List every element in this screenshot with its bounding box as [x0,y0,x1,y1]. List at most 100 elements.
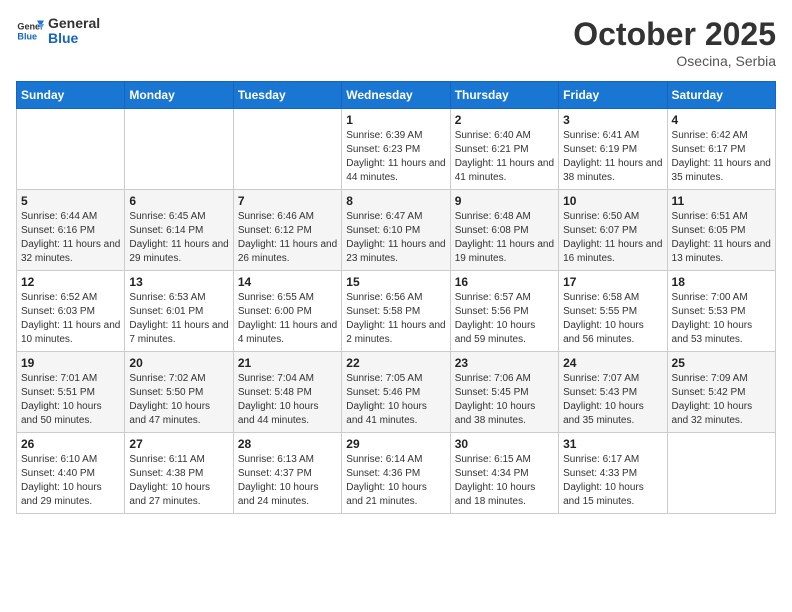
sunset-text: Sunset: 4:34 PM [455,467,554,481]
daylight-text: Daylight: 11 hours and 38 minutes. [563,157,662,185]
day-number: 9 [455,194,554,208]
calendar-cell: 27Sunrise: 6:11 AMSunset: 4:38 PMDayligh… [125,433,233,514]
location: Osecina, Serbia [573,53,776,69]
day-info: Sunrise: 6:57 AMSunset: 5:56 PMDaylight:… [455,291,554,347]
sunrise-text: Sunrise: 7:06 AM [455,372,554,386]
daylight-text: Daylight: 10 hours and 44 minutes. [238,400,337,428]
sunset-text: Sunset: 4:36 PM [346,467,445,481]
day-number: 24 [563,356,662,370]
logo-blue-text: Blue [48,31,100,46]
day-info: Sunrise: 6:42 AMSunset: 6:17 PMDaylight:… [672,129,771,185]
sunset-text: Sunset: 5:43 PM [563,386,662,400]
day-number: 16 [455,275,554,289]
daylight-text: Daylight: 11 hours and 19 minutes. [455,238,554,266]
sunrise-text: Sunrise: 7:05 AM [346,372,445,386]
daylight-text: Daylight: 10 hours and 18 minutes. [455,481,554,509]
day-info: Sunrise: 6:13 AMSunset: 4:37 PMDaylight:… [238,453,337,509]
calendar-cell: 6Sunrise: 6:45 AMSunset: 6:14 PMDaylight… [125,190,233,271]
day-number: 23 [455,356,554,370]
day-info: Sunrise: 6:50 AMSunset: 6:07 PMDaylight:… [563,210,662,266]
calendar-cell: 19 Sunrise: 7:01 AMSunset: 5:51 PMDayligh… [17,352,125,433]
day-number: 3 [563,113,662,127]
day-info: Sunrise: 6:11 AMSunset: 4:38 PMDaylight:… [129,453,228,509]
daylight-text: Daylight: 11 hours and 16 minutes. [563,238,662,266]
svg-text:Blue: Blue [17,32,37,42]
calendar-cell: 31Sunrise: 6:17 AMSunset: 4:33 PMDayligh… [559,433,667,514]
daylight-text: Daylight: 10 hours and 56 minutes. [563,319,662,347]
day-number: 10 [563,194,662,208]
sunset-text: Sunset: 5:48 PM [238,386,337,400]
day-number: 25 [672,356,771,370]
calendar-cell: 30Sunrise: 6:15 AMSunset: 4:34 PMDayligh… [450,433,558,514]
day-info: Sunrise: 7:02 AMSunset: 5:50 PMDaylight:… [129,372,228,428]
day-info: Sunrise: 6:41 AMSunset: 6:19 PMDaylight:… [563,129,662,185]
calendar-cell: 5Sunrise: 6:44 AMSunset: 6:16 PMDaylight… [17,190,125,271]
daylight-text: Daylight: 11 hours and 29 minutes. [129,238,228,266]
calendar-week-2: 5Sunrise: 6:44 AMSunset: 6:16 PMDaylight… [17,190,776,271]
calendar-week-3: 12Sunrise: 6:52 AMSunset: 6:03 PMDayligh… [17,271,776,352]
calendar-cell: 13Sunrise: 6:53 AMSunset: 6:01 PMDayligh… [125,271,233,352]
day-info: Sunrise: 6:46 AMSunset: 6:12 PMDaylight:… [238,210,337,266]
daylight-text: Daylight: 11 hours and 44 minutes. [346,157,445,185]
sunset-text: Sunset: 6:19 PM [563,143,662,157]
daylight-text: Daylight: 11 hours and 13 minutes. [672,238,771,266]
daylight-text: Daylight: 10 hours and 24 minutes. [238,481,337,509]
sunrise-text: Sunrise: 6:15 AM [455,453,554,467]
sunset-text: Sunset: 6:12 PM [238,224,337,238]
day-number: 8 [346,194,445,208]
daylight-text: Daylight: 10 hours and 47 minutes. [129,400,228,428]
daylight-text: Daylight: 10 hours and 21 minutes. [346,481,445,509]
day-info: Sunrise: 6:48 AMSunset: 6:08 PMDaylight:… [455,210,554,266]
sunset-text: Sunset: 4:38 PM [129,467,228,481]
calendar-cell: 23 Sunrise: 7:06 AMSunset: 5:45 PMDayligh… [450,352,558,433]
day-info: Sunrise: 7:05 AMSunset: 5:46 PMDaylight:… [346,372,445,428]
sunrise-text: Sunrise: 7:09 AM [672,372,771,386]
sunset-text: Sunset: 5:50 PM [129,386,228,400]
sunrise-text: Sunrise: 6:41 AM [563,129,662,143]
sunset-text: Sunset: 4:37 PM [238,467,337,481]
day-number: 19 [21,356,120,370]
daylight-text: Daylight: 10 hours and 27 minutes. [129,481,228,509]
calendar-cell: 3 Sunrise: 6:41 AMSunset: 6:19 PMDaylight… [559,109,667,190]
sunset-text: Sunset: 5:58 PM [346,305,445,319]
day-info: Sunrise: 7:06 AMSunset: 5:45 PMDaylight:… [455,372,554,428]
calendar-cell: 11Sunrise: 6:51 AMSunset: 6:05 PMDayligh… [667,190,775,271]
sunrise-text: Sunrise: 6:40 AM [455,129,554,143]
calendar-cell: 20 Sunrise: 7:02 AMSunset: 5:50 PMDayligh… [125,352,233,433]
day-info: Sunrise: 7:01 AMSunset: 5:51 PMDaylight:… [21,372,120,428]
daylight-text: Daylight: 11 hours and 10 minutes. [21,319,120,347]
sunrise-text: Sunrise: 7:07 AM [563,372,662,386]
calendar-cell: 17Sunrise: 6:58 AMSunset: 5:55 PMDayligh… [559,271,667,352]
day-number: 28 [238,437,337,451]
day-number: 31 [563,437,662,451]
calendar-week-4: 19 Sunrise: 7:01 AMSunset: 5:51 PMDayligh… [17,352,776,433]
day-number: 20 [129,356,228,370]
sunrise-text: Sunrise: 7:04 AM [238,372,337,386]
daylight-text: Daylight: 10 hours and 35 minutes. [563,400,662,428]
sunrise-text: Sunrise: 6:56 AM [346,291,445,305]
day-number: 4 [672,113,771,127]
daylight-text: Daylight: 11 hours and 41 minutes. [455,157,554,185]
day-number: 12 [21,275,120,289]
calendar-cell [667,433,775,514]
day-number: 1 [346,113,445,127]
daylight-text: Daylight: 11 hours and 23 minutes. [346,238,445,266]
sunset-text: Sunset: 6:14 PM [129,224,228,238]
sunset-text: Sunset: 6:08 PM [455,224,554,238]
day-number: 15 [346,275,445,289]
weekday-header-sunday: Sunday [17,82,125,109]
sunrise-text: Sunrise: 6:42 AM [672,129,771,143]
calendar-cell [17,109,125,190]
daylight-text: Daylight: 10 hours and 41 minutes. [346,400,445,428]
daylight-text: Daylight: 11 hours and 32 minutes. [21,238,120,266]
weekday-header-monday: Monday [125,82,233,109]
sunrise-text: Sunrise: 6:53 AM [129,291,228,305]
calendar-header-row: SundayMondayTuesdayWednesdayThursdayFrid… [17,82,776,109]
day-info: Sunrise: 6:58 AMSunset: 5:55 PMDaylight:… [563,291,662,347]
daylight-text: Daylight: 10 hours and 15 minutes. [563,481,662,509]
calendar-cell: 26Sunrise: 6:10 AMSunset: 4:40 PMDayligh… [17,433,125,514]
day-number: 22 [346,356,445,370]
daylight-text: Daylight: 10 hours and 38 minutes. [455,400,554,428]
day-number: 6 [129,194,228,208]
sunrise-text: Sunrise: 6:48 AM [455,210,554,224]
